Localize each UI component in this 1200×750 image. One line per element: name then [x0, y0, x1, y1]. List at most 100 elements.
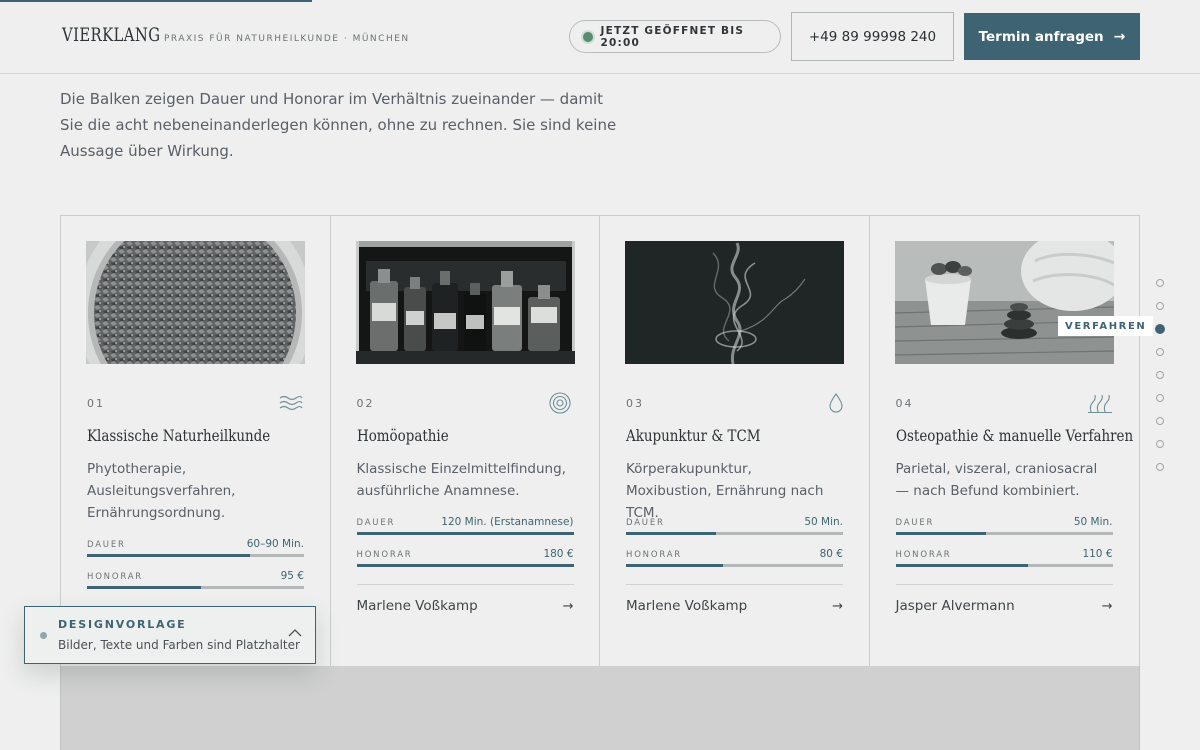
opening-status-badge: JETZT GEÖFFNET BIS 20:00 — [569, 20, 781, 53]
arrow-right-icon: → — [1101, 598, 1113, 614]
remedy-bottles-photo — [355, 241, 575, 364]
notice-subtitle: Bilder, Texte und Farben sind Platzhalte… — [58, 638, 300, 652]
card-title: Osteopathie & manuelle Verfahren — [895, 426, 1133, 445]
practitioner-link[interactable]: Jasper Alvermann → — [896, 598, 1113, 614]
herbs-photo — [86, 241, 305, 364]
practitioner-link[interactable]: Marlene Voßkamp → — [626, 598, 843, 614]
brand-logo[interactable]: VIERKLANG — [62, 24, 160, 46]
site-header: VIERKLANG PRAXIS FÜR NATURHEILKUNDE · MÜ… — [0, 0, 1200, 74]
section-nav-dot[interactable] — [1156, 302, 1164, 310]
section-nav-dot[interactable] — [1156, 394, 1164, 402]
spa-stones-photo — [894, 241, 1114, 364]
fee-value: 110 € — [1082, 548, 1113, 560]
duration-label: DAUER — [87, 540, 126, 550]
design-template-notice[interactable]: DESIGNVORLAGE Bilder, Texte und Farben s… — [24, 606, 316, 664]
scroll-progress-line — [0, 0, 312, 2]
appointment-request-label: Termin anfragen — [978, 28, 1104, 45]
divider — [356, 584, 574, 585]
status-dot-icon — [583, 31, 593, 42]
duration-value: 50 Min. — [1073, 516, 1113, 528]
card-number: 03 — [626, 397, 644, 410]
duration-bar — [356, 532, 574, 535]
section-nav-dot[interactable] — [1156, 440, 1164, 448]
chevron-up-icon[interactable] — [287, 625, 303, 641]
duration-bar-fill — [895, 532, 986, 535]
duration-bar-fill — [87, 554, 250, 557]
next-section-placeholder — [60, 666, 1140, 750]
opening-status-text: JETZT GEÖFFNET BIS 20:00 — [600, 24, 745, 49]
section-nav-dot[interactable] — [1156, 279, 1164, 287]
fee-bar — [356, 564, 574, 567]
treatment-grid: 01 Klassische Naturheilkunde Phytotherap… — [60, 215, 1140, 667]
section-nav-dot[interactable] — [1156, 417, 1164, 425]
fee-meter: HONORAR 110 € — [895, 548, 1113, 568]
duration-value: 120 Min. (Erstanamnese) — [441, 516, 574, 528]
heat-waves-icon — [1088, 394, 1112, 414]
fee-bar-fill — [356, 564, 574, 567]
appointment-request-button[interactable]: Termin anfragen → — [964, 13, 1140, 60]
fee-label: HONORAR — [87, 572, 144, 582]
card-number: 01 — [87, 397, 105, 410]
target-icon — [549, 392, 571, 414]
practitioner-name: Marlene Voßkamp — [626, 598, 748, 614]
card-title: Klassische Naturheilkunde — [87, 426, 271, 445]
duration-label: DAUER — [356, 518, 396, 528]
treatment-card[interactable]: 01 Klassische Naturheilkunde Phytotherap… — [61, 216, 331, 666]
practitioner-link[interactable]: Marlene Voßkamp → — [357, 598, 574, 614]
drop-icon — [828, 393, 843, 413]
treatment-card[interactable]: 03 Akupunktur & TCM Körperakupunktur, Mo… — [600, 216, 870, 666]
fee-meter: HONORAR 95 € — [87, 570, 304, 590]
fee-bar-fill — [895, 564, 1028, 567]
arrow-right-icon: → — [832, 598, 843, 614]
fee-value: 180 € — [543, 548, 574, 560]
card-title: Homöopathie — [356, 426, 449, 445]
fee-bar — [87, 586, 304, 589]
intro-text: Die Balken zeigen Dauer und Honorar im V… — [60, 90, 617, 160]
card-description: Parietal, viszeral, craniosacral — nach … — [895, 461, 1098, 499]
duration-label: DAUER — [626, 518, 665, 528]
duration-value: 50 Min. — [804, 516, 843, 528]
arrow-right-icon: → — [1113, 28, 1126, 45]
fee-value: 80 € — [819, 548, 843, 560]
practitioner-name: Marlene Voßkamp — [356, 598, 478, 614]
duration-meter: DAUER 60–90 Min. — [87, 538, 304, 558]
phone-button[interactable]: +49 89 99998 240 — [791, 12, 954, 61]
info-dot-icon — [40, 632, 47, 639]
duration-bar — [626, 532, 843, 535]
duration-bar-fill — [356, 532, 574, 535]
card-number: 02 — [356, 397, 375, 410]
section-nav-dot[interactable] — [1155, 324, 1165, 334]
fee-label: HONORAR — [626, 550, 683, 560]
card-description: Phytotherapie, Ausleitungsverfahren, Ern… — [87, 461, 236, 521]
section-nav-dot[interactable] — [1156, 463, 1164, 471]
duration-label: DAUER — [895, 518, 935, 528]
treatment-card[interactable]: 02 Homöopathie Klassische Einzelmittelfi… — [331, 216, 600, 666]
fee-bar-fill — [87, 586, 201, 589]
treatment-card[interactable]: 04 Osteopathie & manuelle Verfahren Pari… — [870, 216, 1140, 666]
duration-meter: DAUER 50 Min. — [626, 516, 843, 536]
notice-title: DESIGNVORLAGE — [58, 618, 187, 631]
fee-label: HONORAR — [356, 550, 413, 560]
duration-meter: DAUER 50 Min. — [895, 516, 1113, 536]
divider — [895, 584, 1113, 585]
fee-bar — [626, 564, 843, 567]
card-number: 04 — [895, 397, 914, 410]
card-description: Körperakupunktur, Moxibustion, Ernährung… — [626, 461, 824, 521]
moxa-smoke-photo — [625, 241, 844, 364]
section-nav-dot[interactable] — [1156, 371, 1164, 379]
fee-meter: HONORAR 180 € — [356, 548, 574, 568]
section-nav-dot[interactable] — [1156, 348, 1164, 356]
arrow-right-icon: → — [562, 598, 574, 614]
waves-icon — [279, 395, 302, 411]
fee-label: HONORAR — [895, 550, 952, 560]
section-nav-label: VERFAHREN — [1058, 316, 1154, 336]
duration-bar — [87, 554, 304, 557]
brand-tagline: PRAXIS FÜR NATURHEILKUNDE · MÜNCHEN — [164, 34, 410, 44]
duration-value: 60–90 Min. — [246, 538, 304, 550]
fee-meter: HONORAR 80 € — [626, 548, 843, 568]
duration-bar — [895, 532, 1113, 535]
duration-meter: DAUER 120 Min. (Erstanamnese) — [356, 516, 574, 536]
fee-value: 95 € — [280, 570, 304, 582]
card-title: Akupunktur & TCM — [626, 426, 761, 445]
card-description: Klassische Einzelmittelfindung, ausführl… — [356, 461, 566, 499]
